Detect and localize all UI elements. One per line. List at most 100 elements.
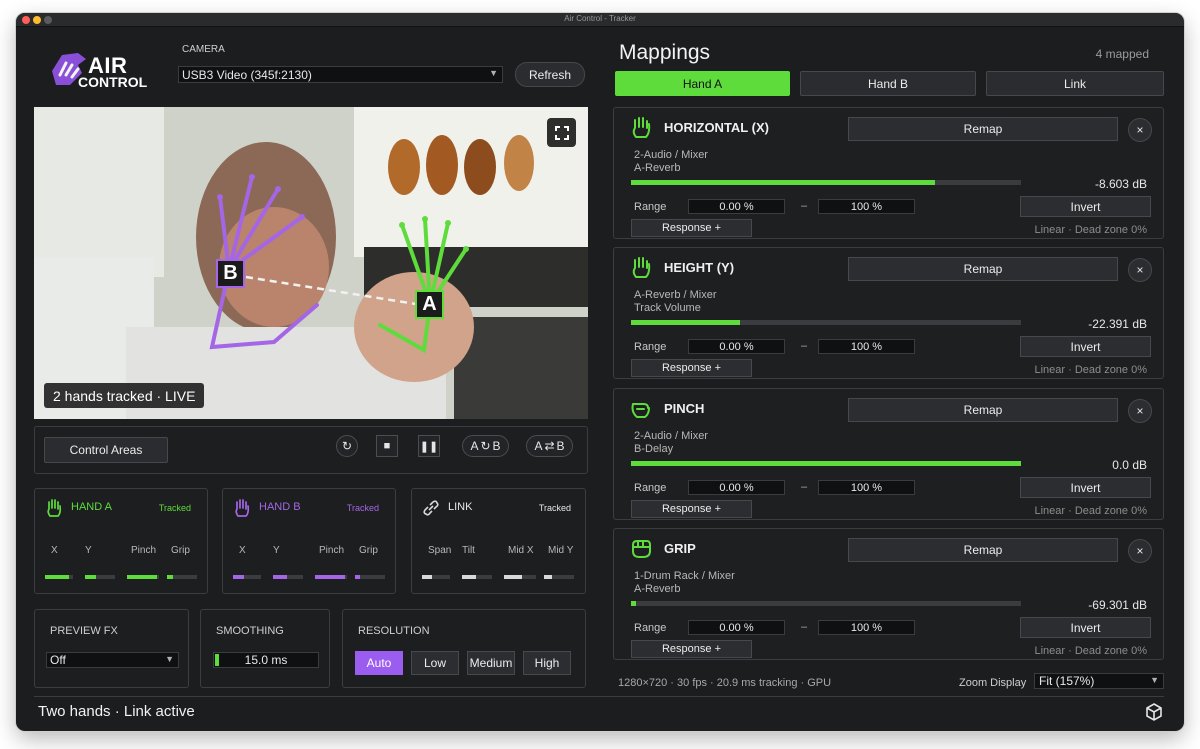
hand-card-name: HAND B	[259, 501, 301, 513]
camera-select[interactable]: USB3 Video (345f:2130) ▼	[178, 66, 503, 83]
zoom-display-value: Fit (157%)	[1039, 674, 1095, 688]
hand-card-status: Tracked	[158, 503, 191, 513]
mappings-title: Mappings	[619, 41, 711, 64]
chevron-down-icon: ▼	[489, 68, 498, 78]
refresh-button[interactable]: Refresh	[515, 62, 585, 87]
fist-icon	[632, 540, 651, 558]
hand-card-link: LINK Tracked Span Tilt Mid X Mid Y	[411, 488, 586, 594]
invert-button[interactable]: Invert	[1020, 336, 1151, 357]
cube-icon[interactable]	[1144, 702, 1164, 722]
smoothing-panel: SMOOTHING 15.0 ms	[200, 609, 330, 688]
tab-hand-a[interactable]: Hand A	[615, 71, 790, 96]
mapping-card: HORIZONTAL (X) Remap × 2-Audio / Mixer A-Rev…	[613, 107, 1164, 239]
air-control-logo: AIR CONTROL	[48, 51, 152, 91]
mapping-level-fill	[631, 320, 741, 325]
response-button[interactable]: Response +	[631, 500, 752, 518]
mapping-target: 2-Audio / Mixer B-Delay	[634, 430, 708, 455]
hand-card-metric-bar	[504, 575, 536, 579]
range-max-field[interactable]: 100 %	[818, 620, 915, 635]
range-label: Range	[634, 201, 667, 213]
hand-b-marker: B	[216, 259, 245, 288]
mapping-level-fill	[631, 601, 636, 606]
mapping-mode: Linear · Dead zone 0%	[1034, 645, 1147, 657]
camera-label: CAMERA	[182, 44, 225, 55]
hand-card-metric-label: Pinch	[131, 545, 157, 556]
hand-card-metric-bar	[85, 575, 115, 579]
remap-button[interactable]: Remap	[848, 117, 1118, 141]
open-hand-icon	[632, 117, 651, 138]
invert-button[interactable]: Invert	[1020, 617, 1151, 638]
hand-card-metric-bar	[45, 575, 73, 579]
tracking-info: 1280×720 · 30 fps · 20.9 ms tracking · G…	[618, 677, 832, 689]
hand-card-metric-label: Mid X	[508, 545, 534, 556]
resolution-option[interactable]: Medium	[467, 651, 515, 675]
mapping-level-bar	[631, 601, 1021, 606]
cycle-icon: ↻	[480, 439, 491, 453]
link-mode-button[interactable]: A ↻ B	[462, 435, 509, 457]
mapping-target-line: B-Delay	[634, 442, 674, 455]
remove-mapping-button[interactable]: ×	[1128, 258, 1152, 282]
mapping-target-line: 2-Audio / Mixer	[634, 430, 708, 442]
hand-card-metric-label: Y	[85, 545, 92, 556]
hand-card-metric-bar	[233, 575, 261, 579]
control-areas-button[interactable]: Control Areas	[44, 437, 168, 463]
tab-hand-b[interactable]: Hand B	[800, 71, 976, 96]
range-max-field[interactable]: 100 %	[818, 480, 915, 495]
stop-button[interactable]: ■	[376, 435, 398, 457]
invert-button[interactable]: Invert	[1020, 196, 1151, 217]
swap-hands-button[interactable]: A ⇄ B	[526, 435, 573, 457]
range-min-field[interactable]: 0.00 %	[688, 480, 785, 495]
reset-button[interactable]: ↻	[336, 435, 358, 457]
hand-card-metric-label: Span	[428, 545, 452, 556]
range-min-field[interactable]: 0.00 %	[688, 199, 785, 214]
smoothing-value: 15.0 ms	[244, 653, 288, 667]
mapping-target-line: A-Reverb	[634, 161, 681, 174]
hand-card-name: HAND A	[71, 501, 112, 513]
response-button[interactable]: Response +	[631, 359, 752, 377]
remove-mapping-button[interactable]: ×	[1128, 399, 1152, 423]
range-separator: –	[801, 340, 808, 352]
resolution-option[interactable]: High	[523, 651, 571, 675]
range-separator: –	[801, 200, 808, 212]
smoothing-slider[interactable]: 15.0 ms	[213, 652, 319, 668]
link-icon	[423, 500, 439, 516]
hand-card-metric-label: X	[239, 545, 246, 556]
mapped-count: 4 mapped	[1095, 47, 1149, 61]
preview-fx-select[interactable]: Off ▼	[46, 652, 179, 668]
remap-button[interactable]: Remap	[848, 538, 1118, 562]
remap-button[interactable]: Remap	[848, 257, 1118, 281]
zoom-display-select[interactable]: Fit (157%) ▼	[1034, 673, 1164, 689]
mapping-value: -8.603 dB	[1094, 177, 1147, 191]
mapping-target-line: A-Reverb	[634, 582, 681, 595]
range-min-field[interactable]: 0.00 %	[688, 620, 785, 635]
mapping-target: 1-Drum Rack / Mixer A-Reverb	[634, 570, 735, 595]
hand-card-metric-fill	[45, 575, 69, 579]
smoothing-slider-fill	[215, 654, 219, 666]
range-max-field[interactable]: 100 %	[818, 199, 915, 214]
range-min-field[interactable]: 0.00 %	[688, 339, 785, 354]
range-separator: –	[801, 481, 808, 493]
hand-card-metric-label: X	[51, 545, 58, 556]
camera-select-value: USB3 Video (345f:2130)	[182, 67, 312, 82]
hand-card-metric-bar	[167, 575, 197, 579]
remove-mapping-button[interactable]: ×	[1128, 539, 1152, 563]
tab-link[interactable]: Link	[986, 71, 1164, 96]
fullscreen-button[interactable]	[547, 118, 576, 147]
preview-fx-value: Off	[50, 653, 66, 667]
resolution-option[interactable]: Low	[411, 651, 459, 675]
mapping-mode: Linear · Dead zone 0%	[1034, 364, 1147, 376]
remap-button[interactable]: Remap	[848, 398, 1118, 422]
range-max-field[interactable]: 100 %	[818, 339, 915, 354]
response-button[interactable]: Response +	[631, 219, 752, 237]
remove-mapping-button[interactable]: ×	[1128, 118, 1152, 142]
hand-card-metric-fill	[355, 575, 360, 579]
hand-card-metric-fill	[85, 575, 96, 579]
pause-icon: ❚❚	[419, 440, 439, 453]
resolution-option[interactable]: Auto	[355, 651, 403, 675]
mapping-level-bar	[631, 180, 1021, 185]
invert-button[interactable]: Invert	[1020, 477, 1151, 498]
swap-icon: ⇄	[544, 439, 555, 453]
hand-card-metric-label: Grip	[171, 545, 190, 556]
pause-button[interactable]: ❚❚	[418, 435, 440, 457]
response-button[interactable]: Response +	[631, 640, 752, 658]
